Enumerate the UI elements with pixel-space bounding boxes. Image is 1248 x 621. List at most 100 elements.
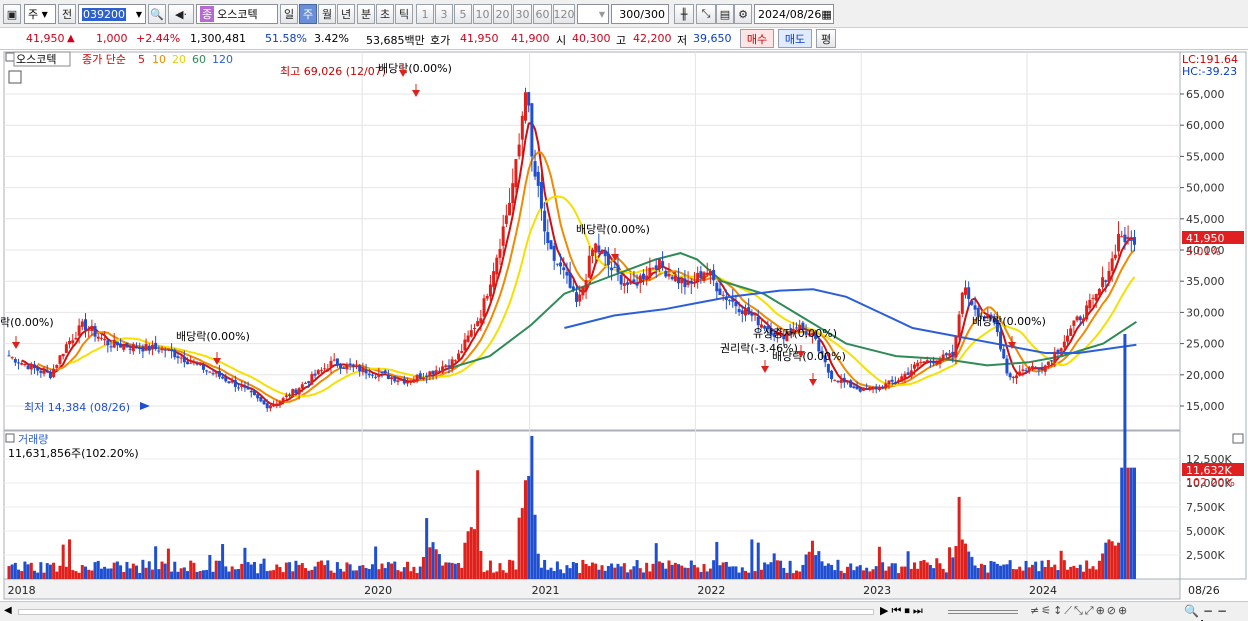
interval-5[interactable]: 5 xyxy=(454,4,472,24)
prev-button[interactable]: 전 xyxy=(58,4,76,24)
x-tick-label: 08/26 xyxy=(1188,584,1220,597)
interval-3[interactable]: 3 xyxy=(435,4,453,24)
candle-body xyxy=(708,271,712,276)
eval-button[interactable]: 평 xyxy=(816,29,836,48)
volume-bar xyxy=(935,558,939,579)
line-tool-icon[interactable]: ⤡ xyxy=(696,4,716,24)
candle-body xyxy=(1059,348,1063,352)
candle-body xyxy=(425,375,429,378)
volume-bar xyxy=(52,562,56,579)
candle-body xyxy=(13,359,17,363)
date-field[interactable]: 2024/08/26 ▦ xyxy=(754,4,834,24)
volume-bar xyxy=(460,567,464,579)
volume-bar xyxy=(342,571,346,579)
interval-30[interactable]: 30 xyxy=(513,4,532,24)
zoom-slider[interactable] xyxy=(948,610,1018,614)
candle-body xyxy=(960,292,964,314)
x-tick-label: 2018 xyxy=(8,584,36,597)
current-volume-pct: 102.20% xyxy=(1186,476,1235,489)
candle-icon[interactable]: ╫ xyxy=(674,4,694,24)
period-week[interactable]: 주 xyxy=(299,4,317,24)
candle-body xyxy=(855,386,859,390)
candle-body xyxy=(1050,360,1054,362)
nav-icons[interactable]: ▶⏮⏹⏭ xyxy=(880,604,926,618)
volume-bar xyxy=(756,542,760,579)
period-minute[interactable]: 분 xyxy=(357,4,375,24)
count-field[interactable]: 300/300 xyxy=(611,4,669,24)
interval-20[interactable]: 20 xyxy=(493,4,512,24)
candle-body xyxy=(335,358,339,366)
sell-button[interactable]: 매도 xyxy=(778,29,812,48)
candle-body xyxy=(667,274,671,277)
sound-icon[interactable]: ◀· xyxy=(168,4,194,24)
interval-60[interactable]: 60 xyxy=(533,4,552,24)
interval-select[interactable]: ▼ xyxy=(577,4,609,24)
gear-icon[interactable]: ⚙ xyxy=(734,4,752,24)
candle-body xyxy=(632,279,636,283)
volume-bar xyxy=(332,572,336,579)
volume-bar xyxy=(115,561,119,579)
date-value: 2024/08/26 xyxy=(758,7,822,21)
volume-bar xyxy=(189,560,193,579)
candle-body xyxy=(256,394,260,399)
candle-body xyxy=(198,363,202,366)
scrollbar[interactable] xyxy=(18,609,874,615)
search-icon[interactable]: 🔍 xyxy=(148,4,166,24)
candle-body xyxy=(479,318,483,324)
candle-body xyxy=(728,300,732,302)
candle-body xyxy=(842,377,846,383)
candle-body xyxy=(173,349,177,358)
quote-bar: 41,950 ▲ 1,000 +2.44% 1,300,481 51.58% 3… xyxy=(0,28,1248,50)
volume-bar xyxy=(842,573,846,579)
name-field[interactable]: 종 오스코텍 xyxy=(196,4,278,24)
layout-icon[interactable]: ▣ xyxy=(3,4,21,24)
code-input[interactable]: 039200 ▼ xyxy=(78,4,146,24)
volume-bar xyxy=(909,568,913,579)
zoom-icons[interactable]: 🔍−−+A xyxy=(1184,604,1248,621)
candle-body xyxy=(1107,270,1111,283)
volume-bar xyxy=(32,570,36,579)
volume-bar xyxy=(1008,560,1012,579)
volume-bar xyxy=(227,571,231,579)
interval-120[interactable]: 120 xyxy=(553,4,575,24)
volume-bar xyxy=(339,568,343,579)
candle-body xyxy=(469,330,473,337)
period-tick[interactable]: 틱 xyxy=(395,4,413,24)
count-total: /300 xyxy=(640,7,665,21)
volume-bar xyxy=(319,560,323,579)
period-year[interactable]: 년 xyxy=(337,4,355,24)
candle-body xyxy=(176,356,180,358)
volume-bar xyxy=(208,554,212,579)
type-select[interactable]: 주 ▼ xyxy=(24,4,56,24)
volume-bar xyxy=(629,569,633,579)
candle-body xyxy=(941,354,945,360)
candle-body xyxy=(1094,293,1098,301)
interval-1[interactable]: 1 xyxy=(416,4,434,24)
chart-canvas[interactable]: 15,00020,00025,00030,00035,00040,00045,0… xyxy=(0,50,1248,601)
close-icon[interactable] xyxy=(1232,433,1244,444)
period-month[interactable]: 월 xyxy=(318,4,336,24)
drawing-tools-icons[interactable]: ≠⚟↕⟋⤡⤢⊕⊘⊕ xyxy=(1030,604,1129,618)
candle-body xyxy=(743,308,747,316)
candle-body xyxy=(224,376,228,382)
period-second[interactable]: 초 xyxy=(376,4,394,24)
low-label: 저 xyxy=(677,34,688,47)
candle-body xyxy=(890,379,894,382)
volume-bar xyxy=(539,567,543,579)
scroll-left-icon[interactable]: ◀ xyxy=(4,605,12,616)
candle-body xyxy=(702,272,706,281)
candle-body xyxy=(1021,369,1025,371)
candle-body xyxy=(441,366,445,373)
candle-body xyxy=(1053,351,1057,363)
buy-button[interactable]: 매수 xyxy=(740,29,774,48)
candle-body xyxy=(508,202,512,216)
candle-body xyxy=(402,378,406,384)
candle-body xyxy=(7,355,11,357)
candle-body xyxy=(418,373,422,379)
grid-table-icon[interactable] xyxy=(8,70,22,84)
candle-body xyxy=(64,344,68,353)
save-icon[interactable]: ▤ xyxy=(716,4,734,24)
interval-10[interactable]: 10 xyxy=(473,4,492,24)
candle-body xyxy=(626,282,630,285)
period-day[interactable]: 일 xyxy=(280,4,298,24)
